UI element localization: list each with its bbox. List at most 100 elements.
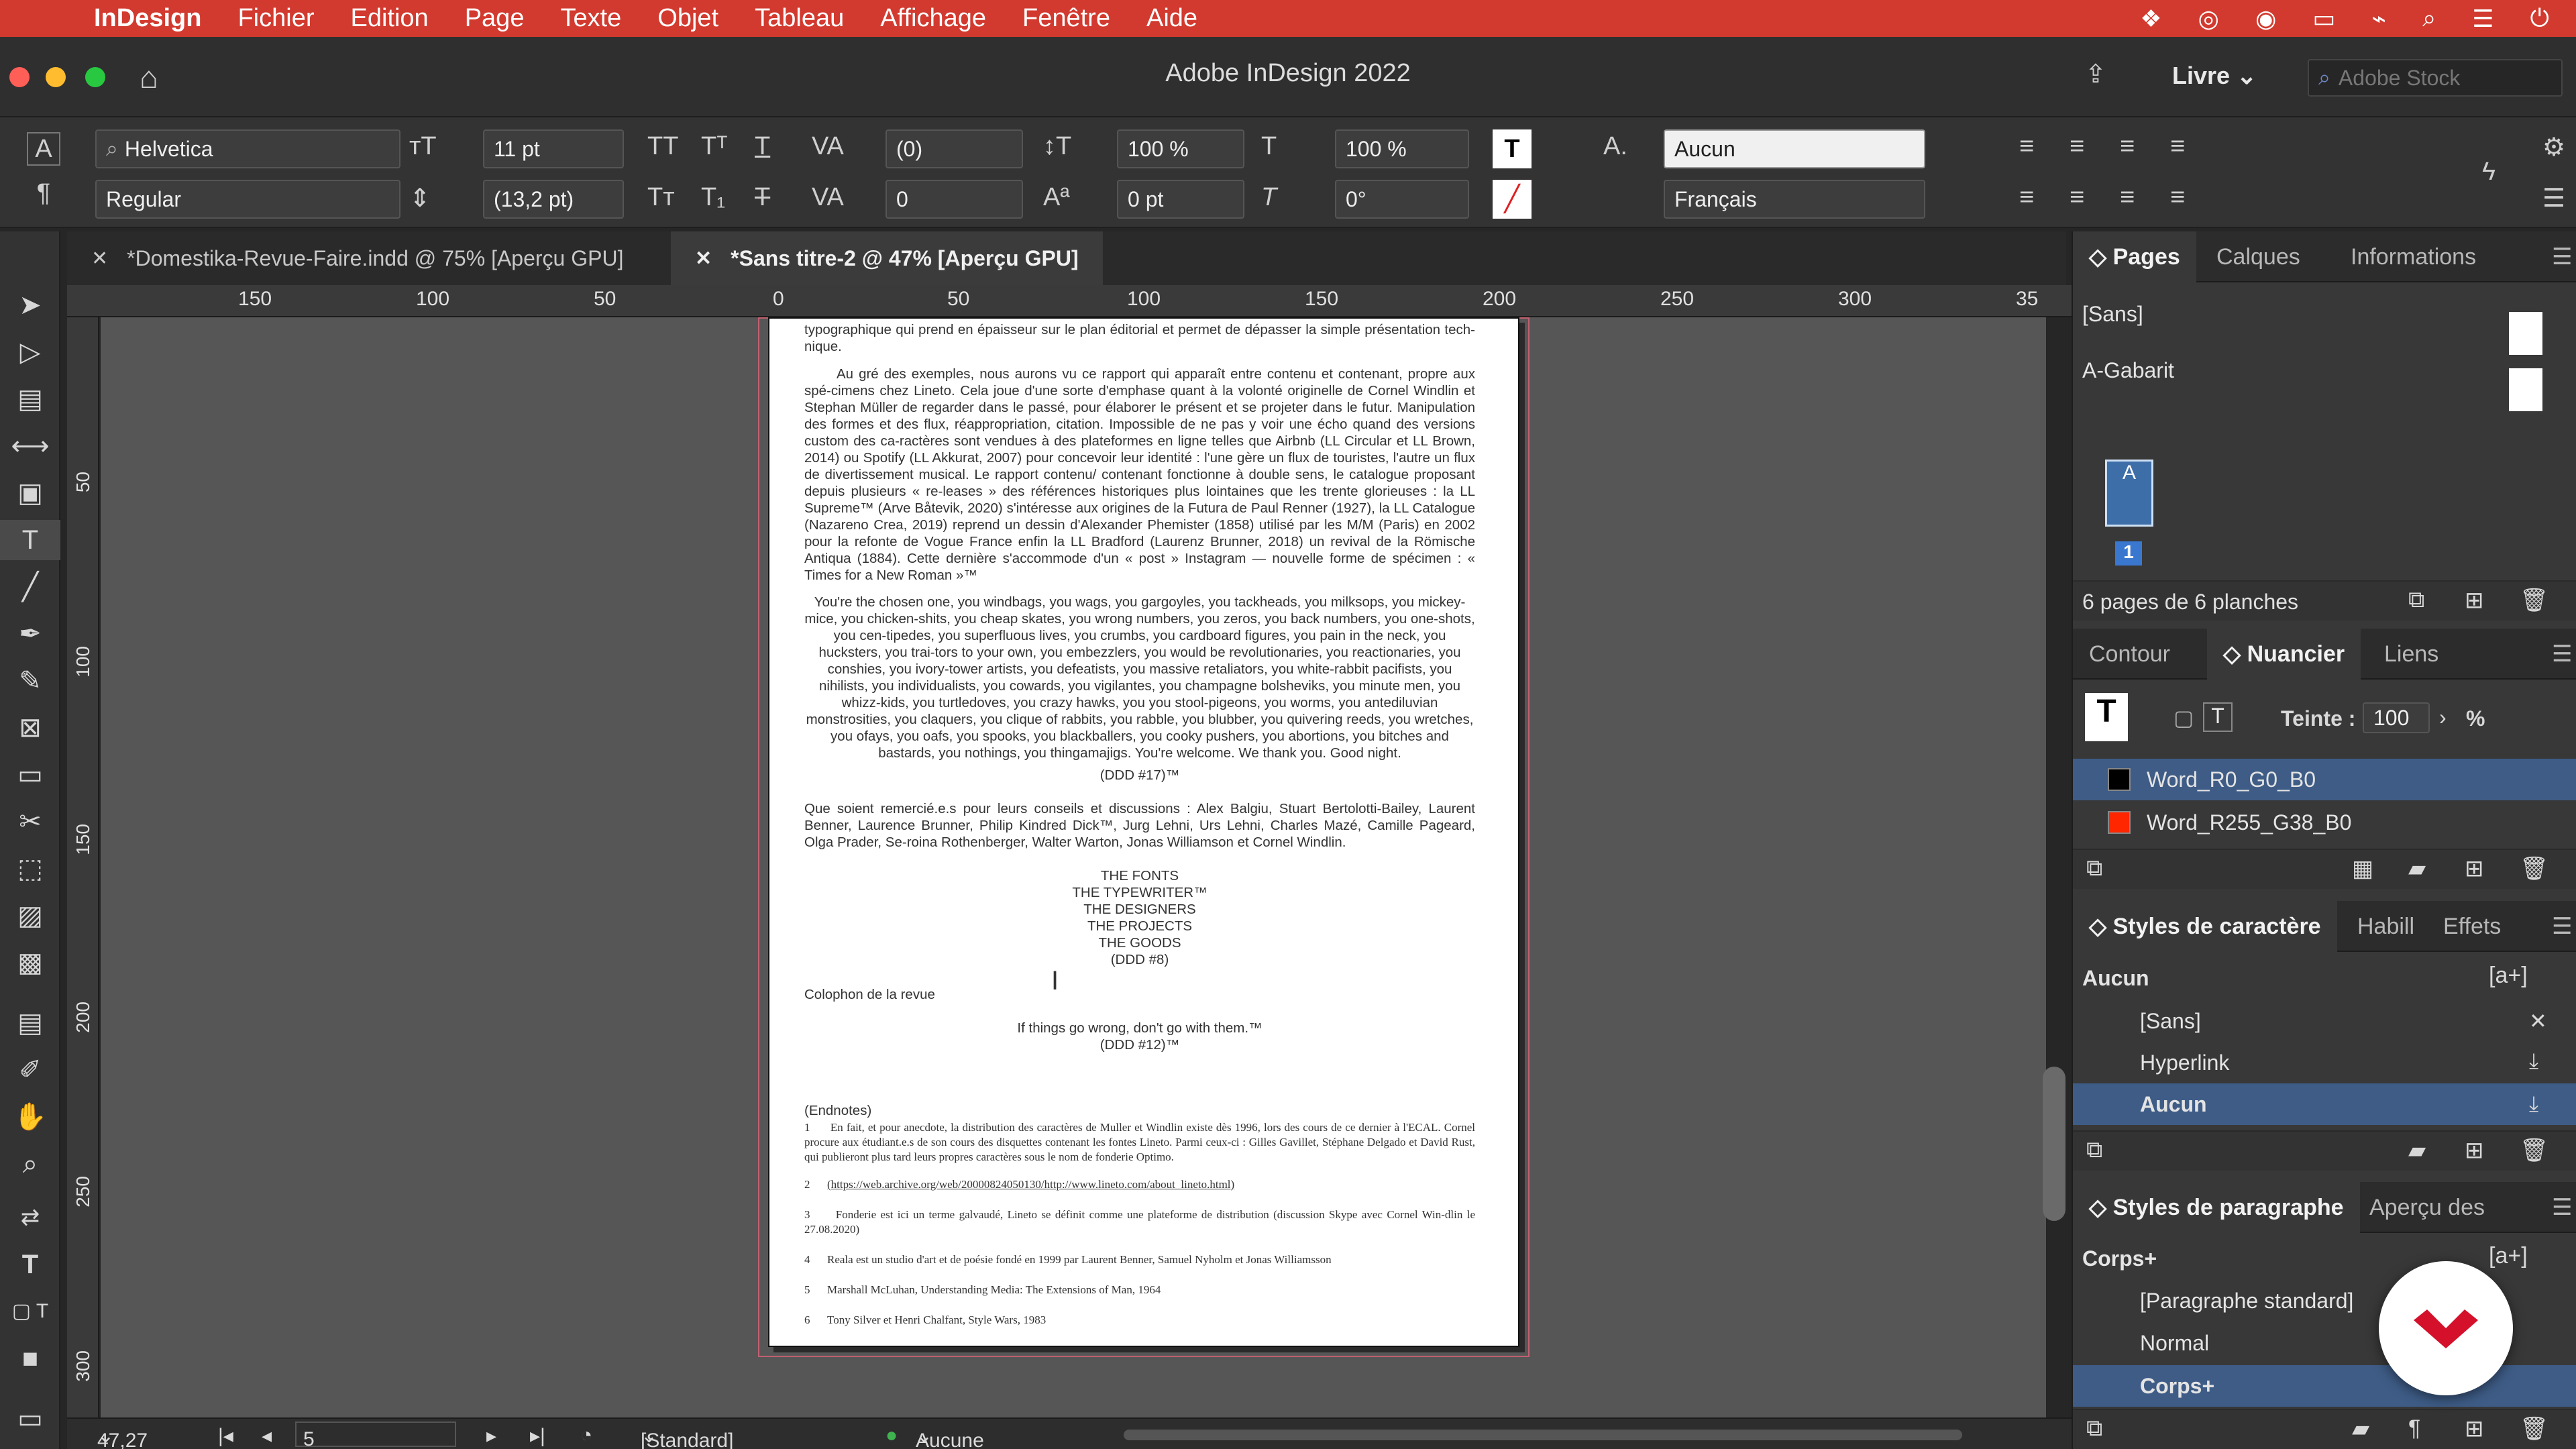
power-icon[interactable]: ⏻ bbox=[2530, 4, 2549, 33]
font-family-field[interactable]: ⌕ Helvetica bbox=[95, 129, 400, 168]
delete-para-style-icon[interactable]: 🗑 bbox=[2520, 1415, 2548, 1442]
language-field[interactable]: Français bbox=[1664, 180, 1925, 219]
leading-field[interactable]: (13,2 pt) bbox=[483, 180, 624, 219]
swatch-row[interactable]: Word_R255_G38_B0 bbox=[2073, 802, 2576, 843]
hand-tool-icon[interactable]: ✋ bbox=[0, 1097, 60, 1137]
rectangle-tool-icon[interactable]: ▭ bbox=[0, 755, 60, 795]
menu-edition[interactable]: Edition bbox=[351, 4, 429, 33]
menu-affichage[interactable]: Affichage bbox=[880, 4, 986, 33]
para-style-options-icon[interactable]: ⧉ bbox=[2086, 1415, 2102, 1442]
align-right-icon[interactable]: ≡ bbox=[2120, 132, 2135, 161]
new-char-style-icon[interactable]: ⊞ bbox=[2465, 1137, 2484, 1164]
justify-right-icon[interactable]: ≡ bbox=[2170, 183, 2185, 212]
list-item[interactable]: (DDD #8) bbox=[804, 951, 1475, 968]
menu-page[interactable]: Page bbox=[465, 4, 525, 33]
tab-sans-titre[interactable]: ✕ *Sans titre-2 @ 47% [Aperçu GPU] bbox=[671, 231, 1103, 285]
battery-icon[interactable]: ▭ bbox=[2312, 5, 2335, 33]
new-para-style-icon[interactable]: ⊞ bbox=[2465, 1415, 2484, 1442]
new-page-icon[interactable]: ⊞ bbox=[2465, 587, 2484, 614]
horizontal-scrollbar[interactable] bbox=[1124, 1430, 1962, 1440]
intro-text[interactable]: typographique qui prend en épaisseur sur… bbox=[804, 321, 1475, 355]
new-style-group-icon[interactable]: ▰ bbox=[2408, 1137, 2426, 1164]
first-page-button[interactable]: |◂ bbox=[218, 1424, 233, 1448]
container-toggle-icon[interactable]: ▢ bbox=[2174, 705, 2194, 731]
creative-cloud-icon[interactable]: ◎ bbox=[2198, 5, 2219, 33]
swatch-view-icon[interactable]: ▦ bbox=[2352, 855, 2373, 882]
zoom-level[interactable]: 47,27 % ⌄ bbox=[97, 1424, 148, 1449]
tab-styles-paragraphe[interactable]: ◇ Styles de paragraphe bbox=[2073, 1182, 2360, 1233]
skew-field[interactable]: 0° bbox=[1335, 180, 1469, 219]
colophon-heading[interactable]: Colophon de la revue bbox=[804, 986, 1475, 1003]
vertical-scrollbar[interactable] bbox=[2043, 1067, 2065, 1221]
tab-apercu[interactable]: Aperçu des bbox=[2353, 1182, 2501, 1233]
content-collector-icon[interactable]: ▣ bbox=[0, 473, 60, 513]
page-thumbnail[interactable]: A bbox=[2105, 460, 2153, 527]
ddd12-label[interactable]: (DDD #12)™ bbox=[804, 1036, 1475, 1053]
superscript-icon[interactable]: Tᵀ bbox=[701, 132, 728, 161]
delete-page-icon[interactable]: 🗑 bbox=[2520, 587, 2548, 614]
document-page[interactable]: typographique qui prend en épaisseur sur… bbox=[768, 317, 1519, 1347]
screen-mode-icon[interactable]: ▭ bbox=[0, 1399, 60, 1439]
type-tool-icon[interactable]: T bbox=[0, 520, 60, 560]
swatch-options-icon[interactable]: ⧉ bbox=[2086, 855, 2102, 881]
panel-menu-icon[interactable]: ☰ bbox=[2536, 629, 2576, 680]
container-text-toggle-icon[interactable]: ▢ T bbox=[0, 1291, 60, 1332]
endnote-2[interactable]: 2 (https://web.archive.org/web/200008240… bbox=[804, 1177, 1475, 1192]
new-style-from-selection-icon[interactable]: [a+] bbox=[2489, 963, 2528, 989]
char-style-item[interactable]: Aucun bbox=[2073, 1083, 2576, 1125]
tab-informations[interactable]: Informations bbox=[2334, 231, 2492, 282]
line-tool-icon[interactable]: ╱ bbox=[0, 567, 60, 607]
tint-arrow-icon[interactable]: › bbox=[2439, 705, 2447, 730]
list-item[interactable]: THE TYPEWRITER™ bbox=[804, 884, 1475, 901]
panel-menu-icon[interactable]: ☰ bbox=[2536, 901, 2576, 952]
tab-domestika[interactable]: ✕ *Domestika-Revue-Faire.indd @ 75% [Aper… bbox=[67, 231, 647, 285]
align-center-icon[interactable]: ≡ bbox=[2070, 132, 2084, 161]
panel-menu-icon[interactable]: ☰ bbox=[2536, 1182, 2576, 1233]
note-tool-icon[interactable]: ▤ bbox=[0, 1003, 60, 1043]
endnote-5[interactable]: 5 Marshall McLuhan, Understanding Media:… bbox=[804, 1283, 1475, 1297]
page-options-icon[interactable]: ◔ bbox=[580, 1424, 592, 1447]
para-style-group-icon[interactable]: ▰ bbox=[2352, 1415, 2369, 1442]
small-caps-icon[interactable]: Tт bbox=[647, 183, 675, 212]
pencil-tool-icon[interactable]: ✎ bbox=[0, 661, 60, 701]
font-size-field[interactable]: 11 pt bbox=[483, 129, 624, 168]
pen-tool-icon[interactable]: ✒ bbox=[0, 614, 60, 654]
vertical-scale-field[interactable]: 100 % bbox=[1117, 129, 1244, 168]
text-stroke-none-icon[interactable]: ╱ bbox=[1493, 180, 1532, 219]
paragraph-2[interactable]: You're the chosen one, you windbags, you… bbox=[804, 594, 1475, 761]
new-swatch-icon[interactable]: ⊞ bbox=[2465, 855, 2484, 882]
eyedropper-tool-icon[interactable]: ✐ bbox=[0, 1050, 60, 1090]
adobe-stock-search[interactable]: ⌕ Adobe Stock bbox=[2308, 59, 2563, 97]
endnote-3[interactable]: 3 Fonderie est ici un terme galvaudé, Li… bbox=[804, 1208, 1475, 1237]
direct-selection-tool-icon[interactable]: ▷ bbox=[0, 332, 60, 372]
gradient-swatch-tool-icon[interactable]: ▨ bbox=[0, 896, 60, 936]
character-mode-icon[interactable]: A bbox=[27, 132, 60, 166]
clear-override-icon[interactable]: ✕ bbox=[2529, 1008, 2547, 1034]
underline-icon[interactable]: T bbox=[755, 132, 770, 161]
thanks-paragraph[interactable]: Que soient remercié.e.s pour leurs conse… bbox=[804, 800, 1475, 851]
tint-field[interactable]: 100 bbox=[2363, 702, 2430, 733]
tab-calques[interactable]: Calques bbox=[2200, 231, 2316, 282]
char-style-item[interactable]: [Sans] bbox=[2073, 1000, 2576, 1042]
tab-nuancier[interactable]: ◇ Nuancier bbox=[2207, 629, 2361, 680]
justify-center-icon[interactable]: ≡ bbox=[2070, 183, 2084, 212]
swatch-row[interactable]: Word_R0_G0_B0 bbox=[2073, 759, 2576, 800]
edit-page-size-icon[interactable]: ⧉ bbox=[2408, 587, 2424, 613]
control-center-icon[interactable]: ☰ bbox=[2472, 5, 2493, 33]
settings-gear-icon[interactable]: ⚙ bbox=[2542, 132, 2565, 162]
zoom-tool-icon[interactable]: ⌕ bbox=[0, 1144, 60, 1184]
workspace-switcher[interactable]: Livre ⌄ bbox=[2172, 62, 2257, 90]
panel-menu-icon[interactable]: ☰ bbox=[2542, 183, 2565, 213]
page-number-field[interactable]: 5 bbox=[295, 1421, 456, 1449]
tab-styles-caractere[interactable]: ◇ Styles de caractère bbox=[2073, 901, 2337, 952]
paragraph-1[interactable]: Au gré des exemples, nous aurons vu ce r… bbox=[804, 366, 1475, 584]
quote-text[interactable]: If things go wrong, don't go with them.™ bbox=[804, 1020, 1475, 1036]
master-a[interactable]: A-Gabarit bbox=[2073, 350, 2576, 391]
menu-app[interactable]: InDesign bbox=[94, 4, 201, 33]
menu-objet[interactable]: Objet bbox=[657, 4, 718, 33]
master-none-thumb[interactable] bbox=[2509, 312, 2542, 355]
menu-tableau[interactable]: Tableau bbox=[755, 4, 844, 33]
gradient-feather-tool-icon[interactable]: ▩ bbox=[0, 943, 60, 983]
endnote-6[interactable]: 6 Tony Silver et Henri Chalfant, Style W… bbox=[804, 1313, 1475, 1328]
style-options-icon[interactable]: ⧉ bbox=[2086, 1137, 2102, 1163]
